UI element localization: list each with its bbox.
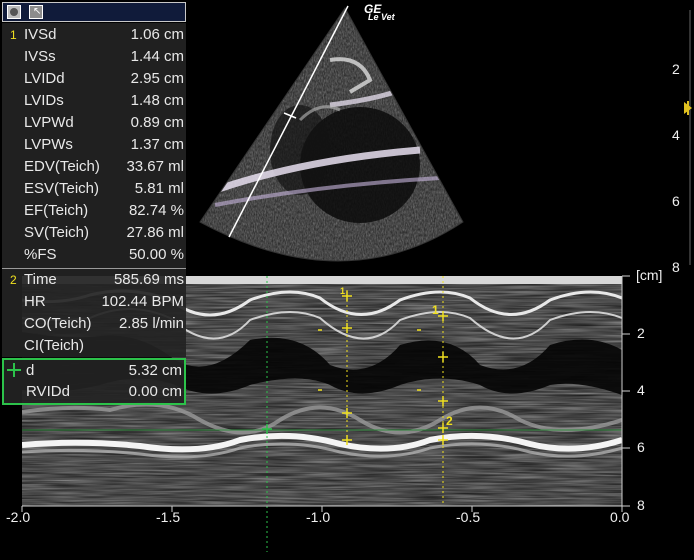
measurement-row[interactable]: ESV(Teich) 5.81 ml xyxy=(2,178,186,200)
measurement-row[interactable]: SV(Teich) 27.86 ml xyxy=(2,222,186,244)
time-axis-label: -0.5 xyxy=(456,509,481,525)
measurement-toolbar: ↖ xyxy=(2,2,186,22)
cycle-label: 1 xyxy=(340,286,346,296)
measurement-row[interactable]: EF(Teich) 82.74 % xyxy=(2,200,186,222)
mmode-depth-label: 4 xyxy=(637,382,645,398)
bmode-depth-label: 6 xyxy=(672,193,680,209)
mmode-depth-label: 2 xyxy=(637,325,645,341)
measurement-row[interactable]: LVIDd 2.95 cm xyxy=(2,68,186,90)
mmode-depth-scale xyxy=(621,275,630,507)
caliper-label: 2 xyxy=(446,414,453,428)
measurement-panel-timing: 2 Time 585.69 ms HR 102.44 BPM CO(Teich) 2.8… xyxy=(2,269,186,357)
measurement-row[interactable]: %FS 50.00 % xyxy=(2,244,186,266)
bmode-depth-label: 2 xyxy=(672,61,680,77)
measurement-row[interactable]: HR 102.44 BPM xyxy=(2,291,186,313)
time-axis-label: -1.5 xyxy=(156,509,181,525)
mmode-depth-unit: [cm] xyxy=(636,267,663,283)
time-axis-label: -2.0 xyxy=(6,509,31,525)
measurement-row[interactable]: CI(Teich) xyxy=(2,335,186,357)
time-axis-label: 0.0 xyxy=(610,509,630,525)
bmode-depth-scale xyxy=(684,10,692,265)
circle-button-icon[interactable] xyxy=(7,5,21,19)
measurement-row[interactable]: LVIDs 1.48 cm xyxy=(2,90,186,112)
measurement-row[interactable]: CO(Teich) 2.85 l/min xyxy=(2,313,186,335)
measurement-panel-lv: 1 IVSd 1.06 cm IVSs 1.44 cm LVIDd 2.95 cm LV… xyxy=(2,23,186,268)
bmode-sector-image xyxy=(199,5,464,262)
measurement-row[interactable]: d 5.32 cm xyxy=(4,360,184,382)
cursor-button-icon[interactable]: ↖ xyxy=(29,5,43,19)
time-axis-label: -1.0 xyxy=(306,509,331,525)
measurement-row[interactable]: EDV(Teich) 33.67 ml xyxy=(2,156,186,178)
mmode-depth-label: 6 xyxy=(637,439,645,455)
measurement-row[interactable]: LVPWs 1.37 cm xyxy=(2,134,186,156)
measurement-row[interactable]: 1 IVSd 1.06 cm xyxy=(2,24,186,46)
active-measurement-box[interactable]: d 5.32 cm RVIDd 0.00 cm xyxy=(2,358,186,405)
measurement-row[interactable]: 2 Time 585.69 ms xyxy=(2,269,186,291)
measurement-row[interactable]: RVIDd 0.00 cm xyxy=(4,381,184,403)
bmode-depth-label: 4 xyxy=(672,127,680,143)
mmode-depth-label: 8 xyxy=(637,497,645,513)
probe-label: Le Vet xyxy=(368,12,395,22)
measurement-row[interactable]: LVPWd 0.89 cm xyxy=(2,112,186,134)
measurement-row[interactable]: IVSs 1.44 cm xyxy=(2,46,186,68)
bmode-depth-label: 8 xyxy=(672,259,680,275)
caliper-label: 1 xyxy=(432,303,439,317)
